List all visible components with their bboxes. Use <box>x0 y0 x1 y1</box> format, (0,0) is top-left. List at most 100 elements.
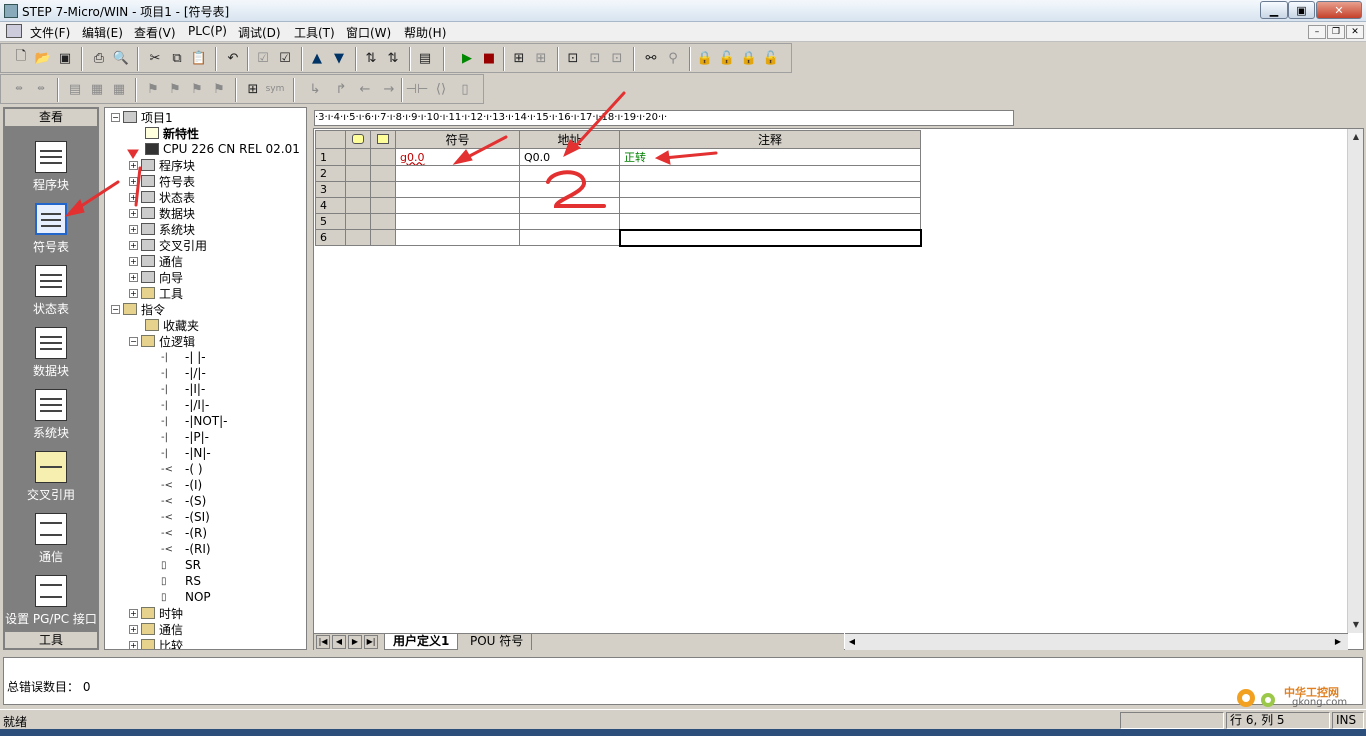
unused-cell[interactable] <box>370 229 396 246</box>
comment-cell[interactable] <box>619 213 921 230</box>
address-cell[interactable] <box>519 165 620 182</box>
bit-logic-item[interactable]: -< -(SI) <box>161 509 210 525</box>
tree-item[interactable]: + 系统块 <box>129 221 195 237</box>
tab-pou-symbols[interactable]: POU 符号 <box>462 634 533 650</box>
comment-cell[interactable] <box>619 197 921 214</box>
tree-favorites[interactable]: 收藏夹 <box>145 317 199 333</box>
symbol-cell[interactable] <box>395 165 520 182</box>
tree-item[interactable]: + 符号表 <box>129 173 195 189</box>
lock-icon[interactable]: 🔒 <box>695 48 715 68</box>
symbol-cell[interactable] <box>395 197 520 214</box>
copy-icon[interactable]: ⧉ <box>167 48 187 68</box>
column-header-symbol[interactable]: 符号 <box>395 130 520 149</box>
remove-bookmarks-icon[interactable]: ⚑ <box>209 79 229 99</box>
apply-symbols-icon[interactable]: ⊞ <box>243 79 263 99</box>
scroll-right-icon[interactable]: ▶ <box>1331 634 1345 650</box>
tree-item[interactable]: + 状态表 <box>129 189 195 205</box>
print-preview-icon[interactable]: 🔍 <box>111 48 131 68</box>
open-icon[interactable]: 📂 <box>33 48 53 68</box>
tree-item[interactable]: + 程序块 <box>129 157 195 173</box>
bit-logic-item[interactable]: ▯ SR <box>161 557 201 573</box>
bit-logic-item[interactable]: ▯ RS <box>161 573 201 589</box>
minimize-button[interactable]: ▁ <box>1260 1 1288 19</box>
unused-cell[interactable] <box>370 165 396 182</box>
nav-set-pg-pc-interface[interactable]: 设置 PG/PC 接口 <box>4 575 98 627</box>
address-cell[interactable] <box>519 229 620 246</box>
compile-all-icon[interactable]: ☑ <box>275 48 295 68</box>
address-cell[interactable]: Q0.0 <box>519 148 620 166</box>
maximize-button[interactable]: ▣ <box>1288 1 1315 19</box>
editor-vertical-scrollbar[interactable]: ▲ ▼ <box>1347 129 1363 633</box>
first-tab-icon[interactable]: |◀ <box>316 635 330 649</box>
next-tab-icon[interactable]: ▶ <box>348 635 362 649</box>
menu-help[interactable]: 帮助(H) <box>404 24 446 41</box>
bit-logic-item[interactable]: -< -(RI) <box>161 541 211 557</box>
box-icon[interactable]: ▯ <box>455 79 475 99</box>
poU-comment-icon[interactable]: ▤ <box>65 79 85 99</box>
tree-instructions[interactable]: − 指令 <box>111 301 165 317</box>
bit-logic-item[interactable]: -< -(I) <box>161 477 202 493</box>
overlap-cell[interactable] <box>345 148 371 166</box>
last-tab-icon[interactable]: ▶| <box>364 635 378 649</box>
unused-cell[interactable] <box>370 197 396 214</box>
network-comment-icon[interactable]: ▦ <box>87 79 107 99</box>
mdi-restore-button[interactable]: ❐ <box>1327 25 1345 39</box>
sort-descending-icon[interactable]: ⇅ <box>383 48 403 68</box>
address-cell[interactable] <box>519 197 620 214</box>
comment-cell[interactable] <box>619 181 921 198</box>
unlock-icon[interactable]: 🔓 <box>717 48 737 68</box>
cut-icon[interactable]: ✂ <box>145 48 165 68</box>
row-number[interactable]: 1 <box>315 148 346 166</box>
overlap-cell[interactable] <box>345 181 371 198</box>
program-status-icon[interactable]: ⊞ <box>509 48 529 68</box>
symbol-cell[interactable] <box>395 181 520 198</box>
editor-horizontal-scrollbar[interactable]: ◀ ▶ <box>845 633 1348 650</box>
comment-cell[interactable] <box>618 228 922 247</box>
scroll-left-icon[interactable]: ◀ <box>845 634 859 650</box>
mdi-minimize-button[interactable]: – <box>1308 25 1326 39</box>
menu-edit[interactable]: 编辑(E) <box>82 24 123 41</box>
nav-symbol-table[interactable]: 符号表 <box>4 203 98 255</box>
bit-logic-item[interactable]: -< -( ) <box>161 461 203 477</box>
symbol-addressing-icon[interactable]: sym <box>265 79 285 99</box>
row-number[interactable]: 5 <box>315 213 346 230</box>
tree-item[interactable]: + 时钟 <box>129 605 183 621</box>
bit-logic-item[interactable]: -| -| |- <box>161 349 206 365</box>
tree-item[interactable]: + 向导 <box>129 269 183 285</box>
bit-logic-item[interactable]: -| -|/|- <box>161 365 206 381</box>
unforce-icon[interactable]: ⚲ <box>663 48 683 68</box>
nav-communication[interactable]: 通信 <box>4 513 98 565</box>
menu-plc[interactable]: PLC(P) <box>188 24 227 38</box>
options-icon[interactable]: ▤ <box>415 48 435 68</box>
overlap-cell[interactable] <box>345 213 371 230</box>
stop-icon[interactable]: ■ <box>479 48 499 68</box>
doc-system-menu-icon[interactable] <box>6 24 22 38</box>
unused-cell[interactable] <box>370 213 396 230</box>
bit-logic-item[interactable]: -| -|N|- <box>161 445 211 461</box>
scroll-down-icon[interactable]: ▼ <box>1348 617 1364 633</box>
toggle-bookmark-icon[interactable]: ⚑ <box>143 79 163 99</box>
line-left-icon[interactable]: ← <box>355 79 375 99</box>
chart-status-icon[interactable]: ⊡ <box>563 48 583 68</box>
paste-icon[interactable]: 📋 <box>189 48 209 68</box>
close-button[interactable]: ✕ <box>1316 1 1362 19</box>
undo-icon[interactable]: ↶ <box>223 48 243 68</box>
delete-network-icon[interactable]: ⇹ <box>31 79 51 99</box>
comment-cell[interactable] <box>619 165 921 182</box>
unused-cell[interactable] <box>370 148 396 166</box>
menu-window[interactable]: 窗口(W) <box>346 24 391 41</box>
single-read-icon[interactable]: ⊡ <box>585 48 605 68</box>
overlap-cell[interactable] <box>345 165 371 182</box>
prev-bookmark-icon[interactable]: ⚑ <box>187 79 207 99</box>
menu-file[interactable]: 文件(F) <box>30 24 70 41</box>
insert-network-icon[interactable]: ⇹ <box>9 79 29 99</box>
address-cell[interactable] <box>519 213 620 230</box>
symbol-cell[interactable] <box>395 213 520 230</box>
overlap-cell[interactable] <box>345 229 371 246</box>
tree-bit-logic[interactable]: − 位逻辑 <box>129 333 195 349</box>
pause-status-icon[interactable]: ⊞ <box>531 48 551 68</box>
nav-footer-tools[interactable]: 工具 <box>4 631 98 649</box>
row-number[interactable]: 4 <box>315 197 346 214</box>
tree-root[interactable]: − 项目1 <box>111 109 173 125</box>
tree-item[interactable]: + 交叉引用 <box>129 237 207 253</box>
